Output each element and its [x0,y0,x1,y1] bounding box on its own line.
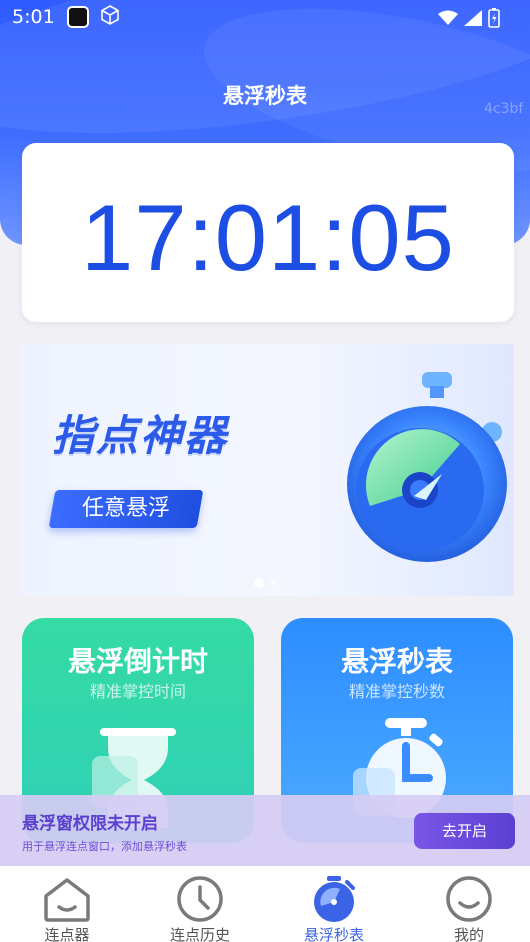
card-title: 悬浮倒计时 [67,645,208,678]
battery-icon [488,8,500,32]
bottom-nav: 连点器 连点历史 悬浮秒表 我的 [0,866,530,942]
card-title: 悬浮秒表 [340,645,453,678]
enable-permission-button[interactable]: 去开启 [414,813,515,849]
pagination-dot-active [254,578,264,588]
nav-item-history[interactable]: 连点历史 [134,866,266,942]
clock-card: 17:01:05 [22,143,514,322]
home-icon [42,874,92,924]
nav-item-clicker[interactable]: 连点器 [1,866,133,942]
nav-label: 我的 [453,926,484,942]
stopwatch-illustration-icon [322,364,512,574]
permission-bar: 悬浮窗权限未开启 用于悬浮连点窗口，添加悬浮秒表 去开启 [0,795,530,866]
signal-icon [464,10,482,30]
page-title: 悬浮秒表 [223,84,307,108]
status-bar: 5:01 [0,0,530,34]
banner-pagination [254,578,276,588]
watermark: 4c3bf [484,101,524,117]
pagination-dot [270,580,276,586]
app-notification-icon [66,6,89,28]
status-time: 5:01 [12,6,55,28]
stopwatch-icon [309,874,359,924]
card-subtitle: 精准掌控秒数 [348,682,445,701]
promo-banner[interactable]: 指点神器 任意悬浮 [22,344,514,596]
permission-title: 悬浮窗权限未开启 [22,814,158,834]
banner-title: 指点神器 [52,411,229,460]
smiley-icon [444,874,494,924]
box-icon [99,4,121,30]
nav-label: 悬浮秒表 [303,926,364,942]
permission-description: 用于悬浮连点窗口，添加悬浮秒表 [22,840,187,853]
wifi-icon [438,10,458,30]
banner-tag: 任意悬浮 [81,496,170,521]
clock-icon [175,874,225,924]
clock-display: 17:01:05 [81,184,455,290]
nav-item-stopwatch[interactable]: 悬浮秒表 [268,866,400,942]
card-subtitle: 精准掌控时间 [89,682,186,701]
nav-label: 连点历史 [169,926,230,942]
nav-item-profile[interactable]: 我的 [403,866,530,942]
nav-label: 连点器 [44,926,90,942]
